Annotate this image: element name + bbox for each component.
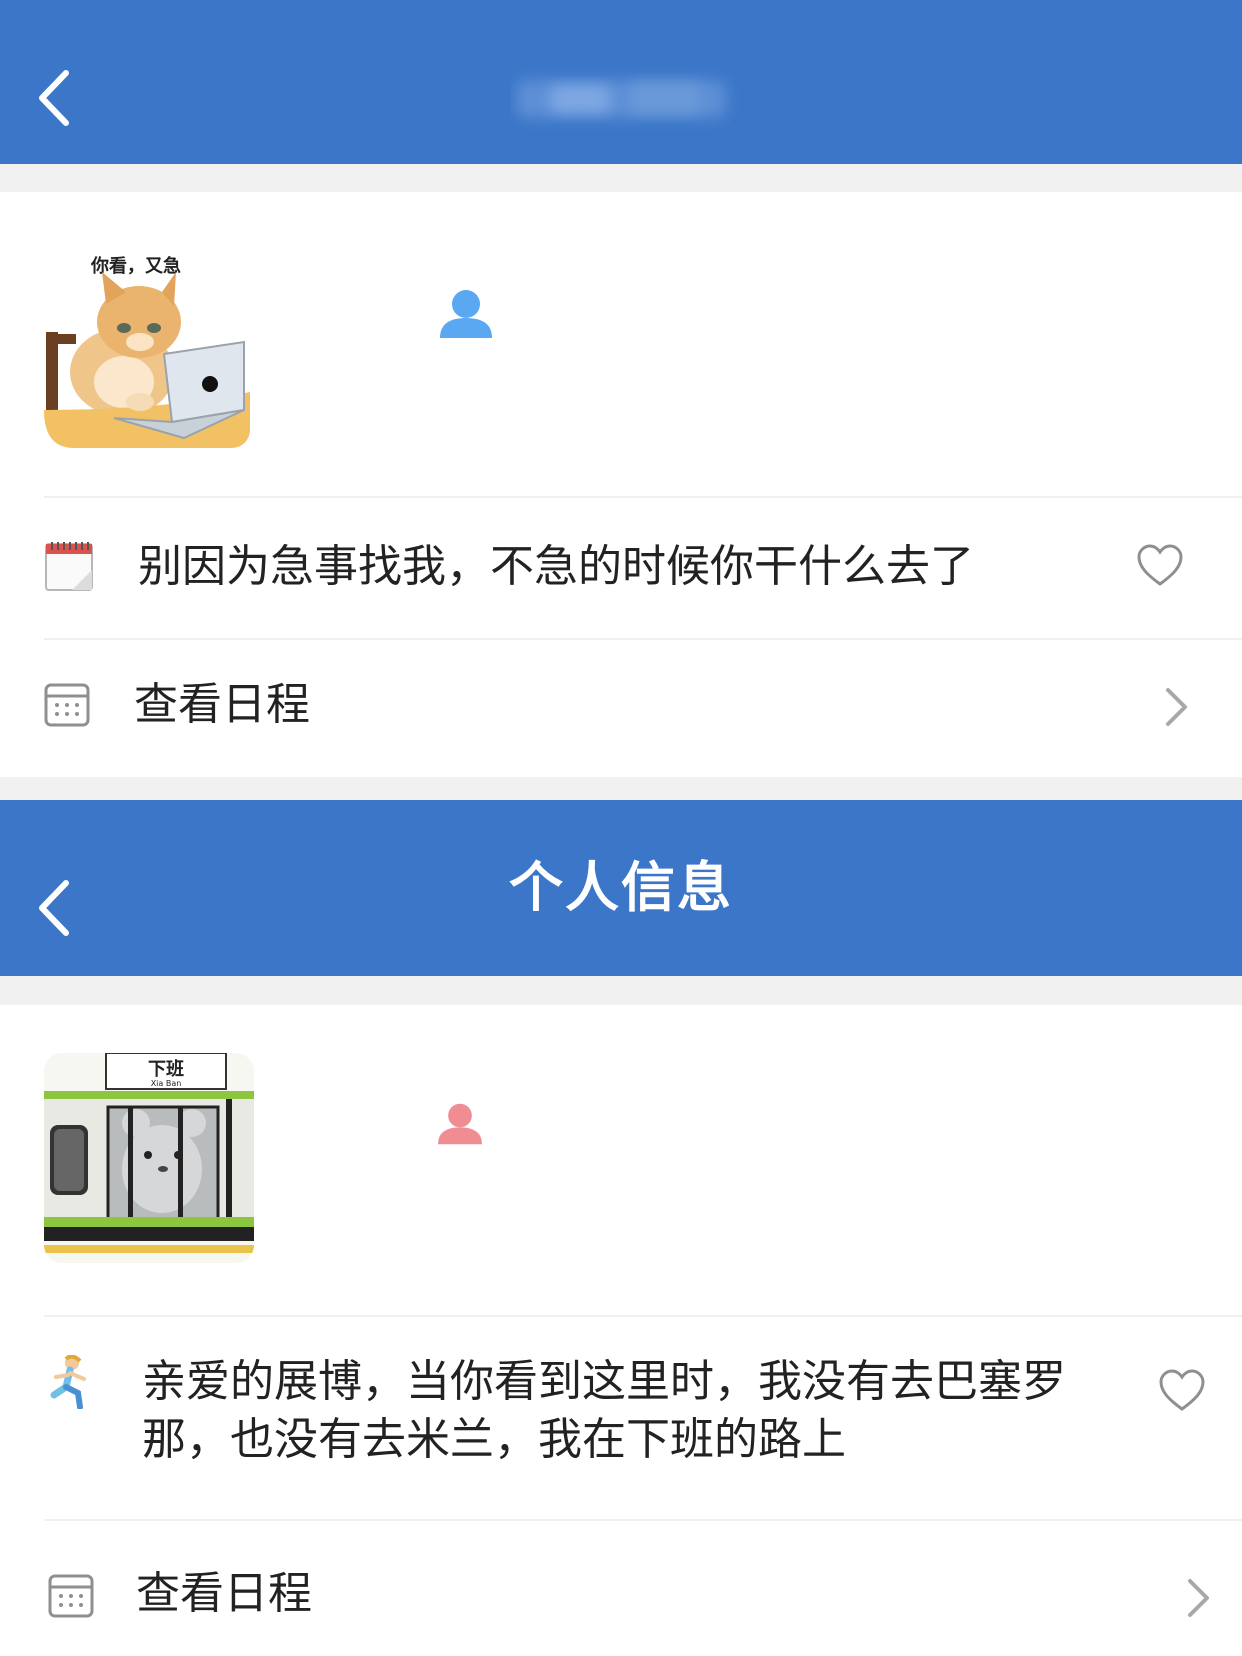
back-button[interactable] — [24, 58, 84, 138]
person-icon — [436, 1102, 484, 1150]
avatar-caption: 下班 — [148, 1059, 184, 1080]
profile-screen-2: 个人信息 下班 Xia Ban 亲爱的展博，当你看到这里时，我没有去巴塞罗 那，… — [0, 800, 1242, 1656]
divider — [44, 1315, 1242, 1317]
calendar-icon — [44, 682, 90, 732]
avatar[interactable]: 你看，又急 — [44, 242, 250, 448]
signature-text-line-1: 亲爱的展博，当你看到这里时，我没有去巴塞罗 — [142, 1356, 1066, 1407]
signature-text: 别因为急事找我，不急的时候你干什么去了 — [138, 541, 974, 592]
avatar[interactable]: 下班 Xia Ban — [44, 1053, 254, 1263]
avatar-caption-small: Xia Ban — [151, 1079, 182, 1088]
chevron-right-icon — [1164, 686, 1190, 732]
chevron-left-icon — [39, 70, 69, 126]
page-title: 个人信息 — [509, 856, 733, 919]
profile-card: 你看，又急 别因为急事找我，不急的时候你干什么去了 查看日程 — [0, 192, 1242, 777]
calendar-emoji-icon — [44, 540, 94, 596]
header-bar: 个人信息 — [0, 800, 1242, 976]
calendar-icon — [48, 1573, 94, 1623]
profile-screen-1: 你看，又急 别因为急事找我，不急的时候你干什么去了 查看日程 — [0, 0, 1242, 777]
chevron-right-icon — [1186, 1577, 1212, 1623]
heart-outline-icon[interactable] — [1136, 544, 1184, 592]
schedule-label: 查看日程 — [136, 1568, 312, 1619]
schedule-row[interactable]: 查看日程 — [0, 1521, 1242, 1656]
schedule-label: 查看日程 — [134, 679, 310, 730]
profile-card: 下班 Xia Ban 亲爱的展博，当你看到这里时，我没有去巴塞罗 那，也没有去米… — [0, 1005, 1242, 1656]
signature-text-line-2: 那，也没有去米兰，我在下班的路上 — [142, 1414, 846, 1465]
person-icon — [438, 288, 494, 344]
schedule-row[interactable]: 查看日程 — [0, 640, 1242, 777]
header-bar — [0, 0, 1242, 164]
running-woman-emoji-icon — [44, 1354, 96, 1413]
divider — [44, 496, 1242, 498]
blurred-title — [510, 62, 740, 134]
heart-outline-icon[interactable] — [1158, 1369, 1206, 1417]
